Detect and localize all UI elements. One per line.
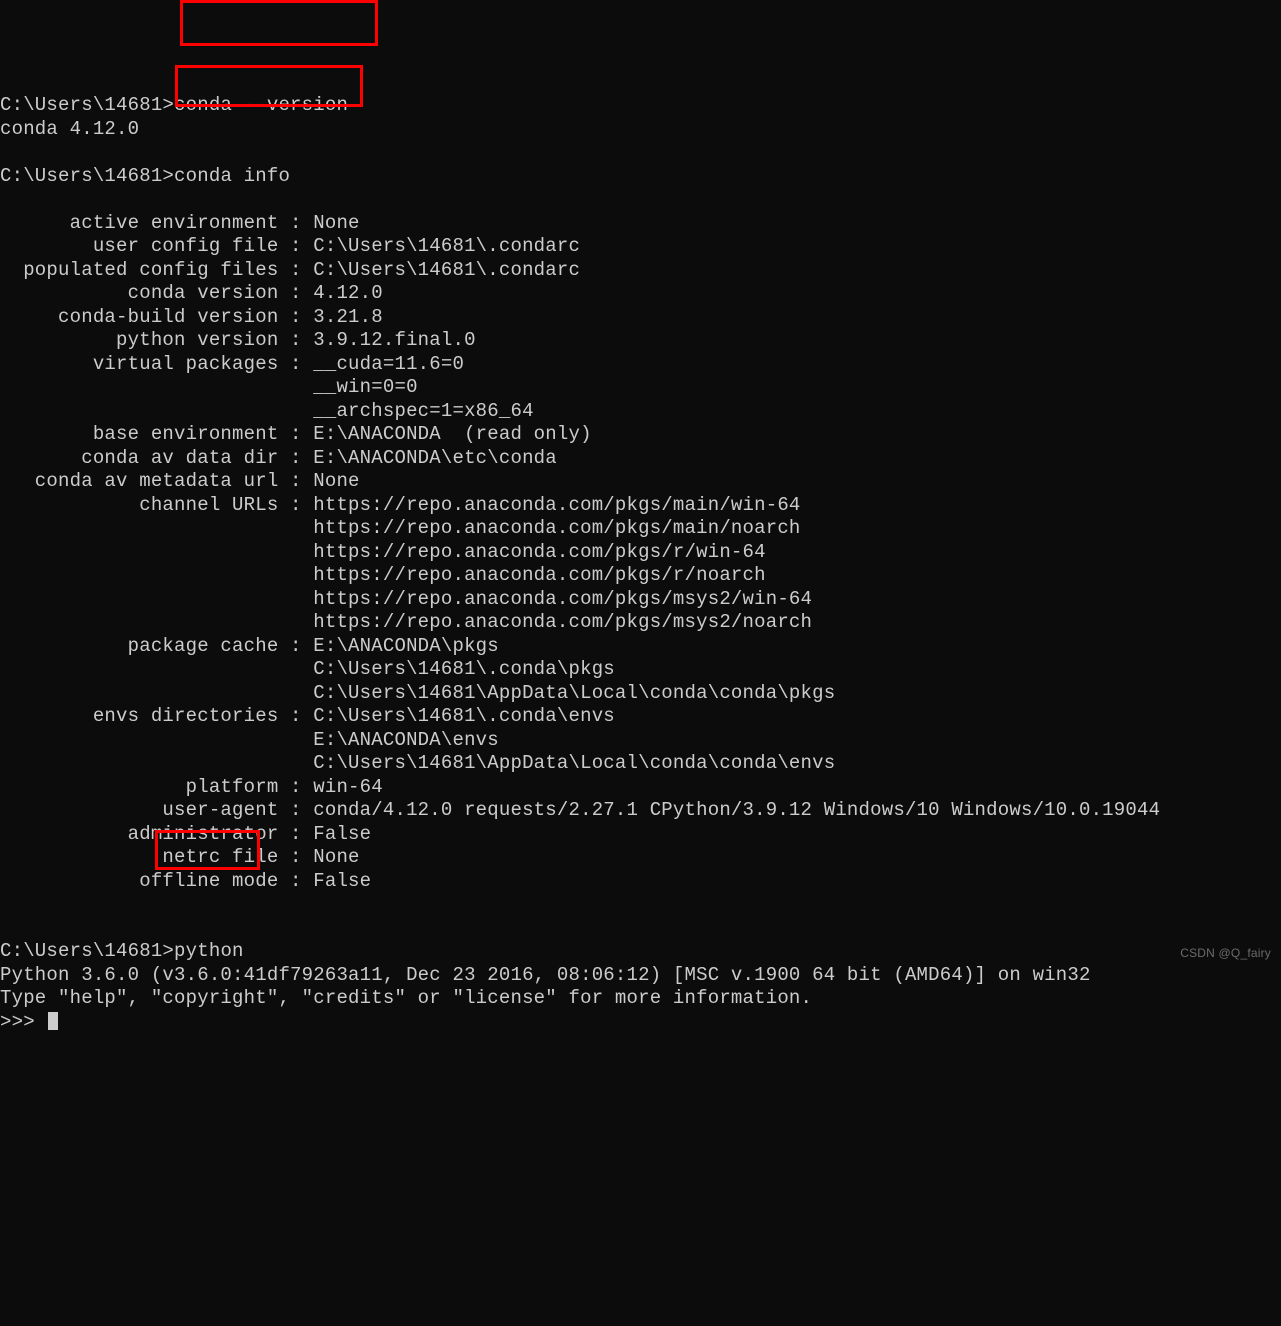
prompt-path: C:\Users\14681> (0, 940, 174, 962)
prompt-line-2: C:\Users\14681>conda info (0, 165, 290, 187)
prompt-path: C:\Users\14681> (0, 94, 174, 116)
python-banner-line-2: Type "help", "copyright", "credits" or "… (0, 987, 812, 1009)
prompt-line-1: C:\Users\14681>conda --version (0, 94, 348, 116)
output-conda-version: conda 4.12.0 (0, 118, 139, 140)
python-repl-prompt[interactable]: >>> (0, 1011, 46, 1033)
python-banner-line-1: Python 3.6.0 (v3.6.0:41df79263a11, Dec 2… (0, 964, 1091, 986)
command-text: python (174, 940, 244, 962)
prompt-line-3: C:\Users\14681>python (0, 940, 244, 962)
highlight-box-conda-version (180, 0, 378, 46)
command-text: conda --version (174, 94, 348, 116)
conda-info-output: active environment : None user config fi… (0, 212, 1160, 892)
prompt-path: C:\Users\14681> (0, 165, 174, 187)
watermark: CSDN @Q_fairy (1180, 942, 1271, 966)
command-text: conda info (174, 165, 290, 187)
terminal-window[interactable]: C:\Users\14681>conda --version conda 4.1… (0, 94, 1281, 1067)
cursor (48, 1012, 58, 1030)
